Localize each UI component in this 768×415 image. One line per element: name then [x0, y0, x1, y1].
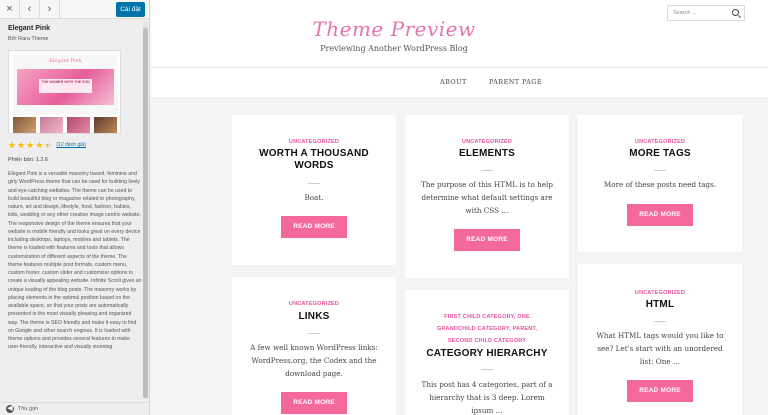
- close-icon[interactable]: ×: [0, 0, 20, 19]
- post-excerpt: see? Let's start with an unordered: [597, 344, 723, 353]
- theme-description: Elegant Pink is a versatile masonry base…: [8, 171, 142, 351]
- post-title[interactable]: WORDS: [232, 160, 396, 172]
- screenshot-thumbnail: [40, 117, 63, 133]
- sidebar-scroll-area: Elegant Pink Bởi Rara Theme Elegant Pink…: [0, 19, 149, 402]
- title-divider: [308, 183, 320, 184]
- collapse-label: Thu gọn: [18, 406, 39, 412]
- star-icon: ★: [8, 140, 17, 150]
- post-excerpt: hierarchy that is 3 deep. Lorem: [429, 393, 545, 402]
- post-excerpt: list: One …: [639, 357, 681, 366]
- search-input[interactable]: Search ...: [667, 5, 745, 21]
- post-title[interactable]: MORE TAGS: [578, 148, 742, 160]
- theme-details-sidebar: × ‹ › Cài đặt Elegant Pink Bởi Rara Them…: [0, 0, 150, 415]
- post-card: FIRST CHILD CATEGORY, ONE GRANDCHILD CAT…: [405, 290, 569, 415]
- title-divider: [654, 170, 666, 171]
- post-excerpt: ipsum …: [471, 406, 503, 415]
- title-divider: [308, 333, 320, 334]
- collapse-icon: ◀: [6, 405, 14, 413]
- star-icon: ★: [35, 140, 44, 150]
- post-excerpt: The purpose of this HTML is to help: [421, 180, 553, 189]
- search-icon[interactable]: [732, 9, 739, 16]
- post-title[interactable]: CATEGORY HIERARCHY: [405, 348, 569, 360]
- post-category[interactable]: UNCATEGORIZED: [578, 288, 742, 298]
- post-card: UNCATEGORIZED WORTH A THOUSAND WORDS Boa…: [232, 115, 396, 265]
- rating-count-link[interactable]: (12 đánh giá): [56, 142, 85, 148]
- screenshot-thumbnail: [13, 117, 36, 133]
- sidebar-scrollbar[interactable]: [143, 22, 148, 398]
- theme-screenshot: Elegant Pink THE WOMEN WITH THE SUN: [8, 50, 121, 134]
- read-more-button[interactable]: READ MORE: [627, 380, 693, 402]
- screenshot-page: Elegant Pink THE WOMEN WITH THE SUN: [13, 55, 118, 115]
- post-card: UNCATEGORIZED LINKS A few well known Wor…: [232, 277, 396, 415]
- search-placeholder: Search ...: [673, 10, 697, 16]
- star-icon: ★: [17, 140, 26, 150]
- site-description: Previewing Another WordPress Blog: [320, 44, 468, 53]
- post-category[interactable]: GRANDCHILD CATEGORY, PARENT,: [405, 324, 569, 334]
- screenshot-thumbnail: [67, 117, 90, 133]
- read-more-button[interactable]: READ MORE: [281, 216, 347, 238]
- post-excerpt: determine what default settings are: [421, 193, 553, 202]
- post-excerpt: WordPress.org, the Codex and the: [251, 356, 377, 365]
- post-card: UNCATEGORIZED HTML What HTML tags would …: [578, 264, 742, 415]
- title-divider: [654, 321, 666, 322]
- post-title[interactable]: WORTH A THOUSAND: [232, 148, 396, 160]
- nav-item-about[interactable]: ABOUT: [440, 78, 467, 86]
- nav-item-parent-page[interactable]: PARENT PAGE: [489, 78, 542, 86]
- screenshot-banner-box: THE WOMEN WITH THE SUN: [39, 79, 92, 93]
- post-title[interactable]: HTML: [578, 299, 742, 311]
- theme-preview-frame: Search ... Theme Preview Previewing Anot…: [151, 0, 768, 415]
- install-button[interactable]: Cài đặt: [116, 2, 145, 17]
- post-title[interactable]: LINKS: [232, 311, 396, 323]
- screenshot-banner-line: THE WOMEN WITH THE SUN: [41, 80, 90, 84]
- post-excerpt: with CSS …: [465, 206, 509, 215]
- screenshot-thumbnail: [94, 117, 117, 133]
- screenshot-logo: Elegant Pink: [49, 58, 82, 64]
- main-navigation: ABOUT PARENT PAGE: [151, 67, 768, 97]
- screenshot-banner: THE WOMEN WITH THE SUN: [17, 69, 114, 105]
- read-more-button[interactable]: READ MORE: [627, 204, 693, 226]
- post-excerpt: download page.: [285, 369, 343, 378]
- post-excerpt: This post has 4 categories, part of a: [421, 380, 553, 389]
- post-excerpt: A few well known WordPress links:: [250, 343, 378, 352]
- collapse-sidebar-button[interactable]: ◀ Thu gọn: [0, 402, 149, 415]
- post-title[interactable]: ELEMENTS: [405, 148, 569, 160]
- post-category[interactable]: SECOND CHILD CATEGORY: [405, 336, 569, 346]
- post-excerpt: What HTML tags would you like to: [596, 331, 724, 340]
- post-category[interactable]: FIRST CHILD CATEGORY, ONE: [405, 312, 569, 322]
- star-icon: ★: [26, 140, 35, 150]
- read-more-button[interactable]: READ MORE: [454, 229, 520, 251]
- theme-name: Elegant Pink: [8, 25, 51, 32]
- title-divider: [481, 170, 493, 171]
- site-header: Search ... Theme Preview Previewing Anot…: [151, 0, 768, 67]
- post-card: UNCATEGORIZED MORE TAGS More of these po…: [578, 115, 742, 252]
- screenshot-thumbnails: [13, 117, 118, 133]
- site-title[interactable]: Theme Preview: [151, 17, 637, 41]
- next-theme-icon[interactable]: ›: [40, 0, 60, 19]
- theme-version: Phiên bản: 1.2.6: [8, 157, 49, 163]
- read-more-button[interactable]: READ MORE: [281, 392, 347, 414]
- post-excerpt: Boat.: [304, 193, 324, 202]
- rating-stars: ★ ★ ★ ★ ★ (12 đánh giá): [8, 140, 142, 150]
- sidebar-scrollbar-thumb[interactable]: [143, 28, 148, 398]
- post-excerpt: More of these posts need tags.: [603, 180, 717, 189]
- post-category[interactable]: UNCATEGORIZED: [405, 137, 569, 147]
- sidebar-toolbar: × ‹ › Cài đặt: [0, 0, 149, 19]
- theme-info: Elegant Pink Bởi Rara Theme Elegant Pink…: [8, 19, 142, 352]
- post-category[interactable]: UNCATEGORIZED: [232, 137, 396, 147]
- title-divider: [481, 369, 493, 370]
- screenshot-banner-text: THE WOMEN WITH THE SUN: [39, 79, 92, 86]
- previous-theme-icon[interactable]: ‹: [20, 0, 40, 19]
- half-star-icon: ★: [44, 140, 53, 150]
- post-category[interactable]: UNCATEGORIZED: [232, 299, 396, 309]
- post-category[interactable]: UNCATEGORIZED: [578, 137, 742, 147]
- post-card: UNCATEGORIZED ELEMENTS The purpose of th…: [405, 115, 569, 278]
- theme-author: Bởi Rara Theme: [8, 36, 49, 42]
